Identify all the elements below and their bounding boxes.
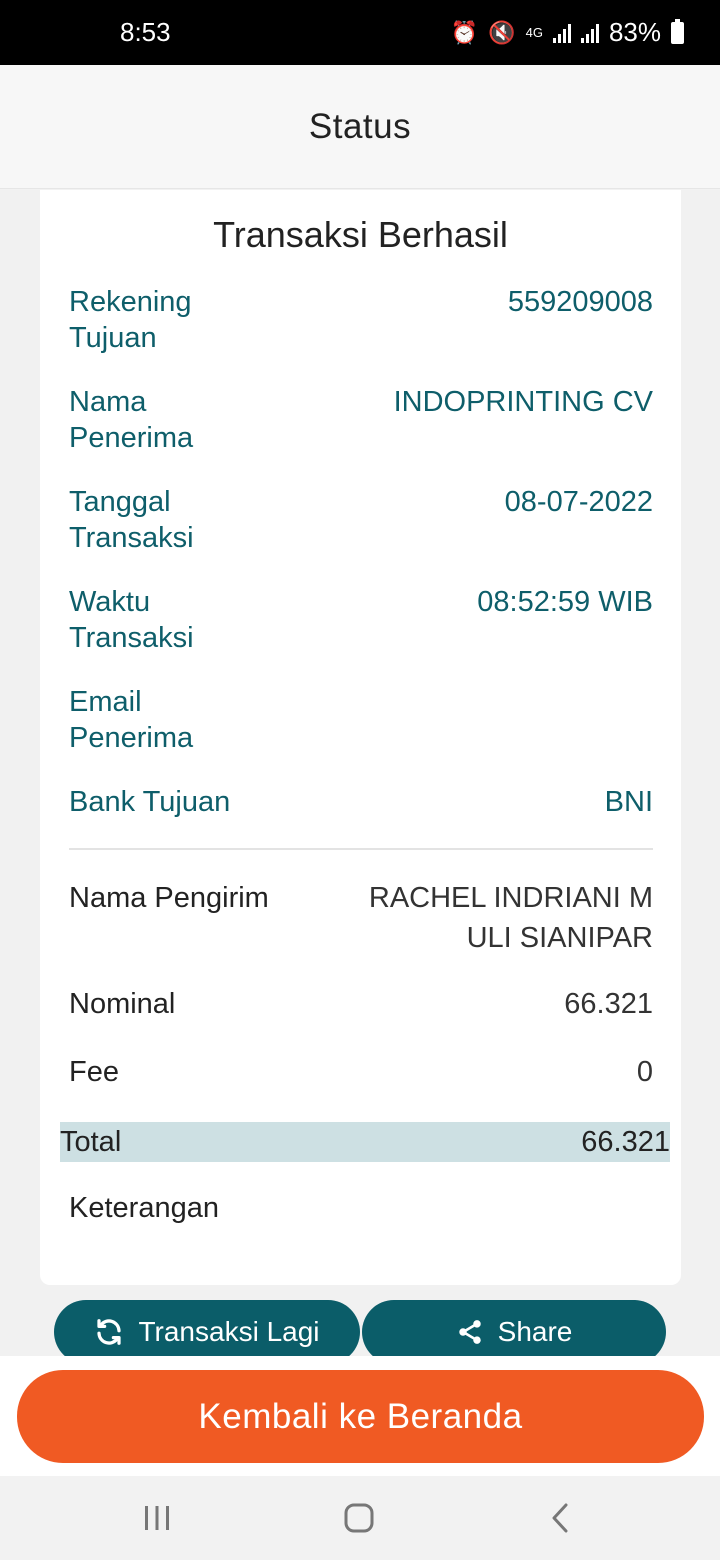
row-rekening-tujuan: Rekening Tujuan 559209008 xyxy=(69,284,653,356)
row-label: Nominal xyxy=(69,988,176,1020)
transaksi-lagi-button[interactable]: Transaksi Lagi xyxy=(54,1300,360,1356)
row-fee: Fee 0 xyxy=(69,1054,653,1090)
share-label: Share xyxy=(497,1316,573,1347)
divider xyxy=(69,848,653,850)
battery-percentage: 83% xyxy=(608,17,661,47)
row-value: 0 xyxy=(636,1056,653,1088)
row-nominal: Nominal 66.321 xyxy=(69,986,653,1022)
transaction-card: Transaksi Berhasil Rekening Tujuan 55920… xyxy=(40,190,681,1285)
page-title: Status xyxy=(308,106,412,146)
row-label: Total xyxy=(60,1125,122,1158)
row-value: 08:52:59 WIB xyxy=(477,586,653,618)
refresh-icon xyxy=(94,1317,124,1347)
kembali-ke-beranda-button[interactable]: Kembali ke Beranda xyxy=(17,1370,704,1463)
row-label: Waktu Transaksi xyxy=(69,586,194,654)
home-icon[interactable] xyxy=(339,1500,379,1536)
status-bar: 8:53 ⏰ 🔇 4G 83% xyxy=(0,0,720,65)
row-waktu-transaksi: Waktu Transaksi 08:52:59 WIB xyxy=(69,584,653,656)
status-icons: ⏰ 🔇 4G 83% xyxy=(451,17,684,48)
row-tanggal-transaksi: Tanggal Transaksi 08-07-2022 xyxy=(69,484,653,556)
row-label: Rekening Tujuan xyxy=(69,286,192,354)
row-label: Tanggal Transaksi xyxy=(69,486,194,554)
row-total: Total 66.321 xyxy=(60,1122,670,1162)
share-button[interactable]: Share xyxy=(362,1300,666,1356)
signal-icon xyxy=(552,23,571,43)
recent-apps-icon[interactable] xyxy=(137,1500,177,1536)
row-value: 08-07-2022 xyxy=(504,486,653,518)
row-label: Nama Pengirim xyxy=(69,882,269,914)
row-label: Bank Tujuan xyxy=(69,786,231,818)
row-label: Email Penerima xyxy=(69,686,194,754)
row-nama-pengirim: Nama Pengirim RACHEL INDRIANI M ULI SIAN… xyxy=(69,878,653,958)
row-nama-penerima: Nama Penerima INDOPRINTING CV xyxy=(69,384,653,456)
row-label: Keterangan xyxy=(69,1192,219,1224)
mute-icon: 🔇 xyxy=(488,19,516,45)
alarm-icon: ⏰ xyxy=(450,19,479,45)
row-bank-tujuan: Bank Tujuan BNI xyxy=(69,784,653,820)
page-header: Status xyxy=(0,65,720,189)
row-value: BNI xyxy=(604,786,653,818)
transaction-status-title: Transaksi Berhasil xyxy=(213,214,508,255)
status-time: 8:53 xyxy=(120,17,171,47)
row-value: 66.321 xyxy=(564,988,653,1020)
row-label: Fee xyxy=(69,1056,119,1088)
row-keterangan: Keterangan xyxy=(69,1190,653,1226)
system-nav-bar xyxy=(0,1476,720,1560)
network-type-icon: 4G xyxy=(525,24,543,40)
bottom-action-area: Kembali ke Beranda xyxy=(0,1356,720,1476)
row-value: RACHEL INDRIANI M ULI SIANIPAR xyxy=(368,882,653,954)
scroll-content[interactable]: Transaksi Berhasil Rekening Tujuan 55920… xyxy=(0,190,720,1356)
back-icon[interactable] xyxy=(540,1500,580,1536)
row-email-penerima: Email Penerima xyxy=(69,684,653,756)
row-label: Nama Penerima xyxy=(69,386,194,454)
share-icon xyxy=(456,1318,484,1346)
row-value: INDOPRINTING CV xyxy=(393,386,653,418)
row-value: 66.321 xyxy=(581,1125,670,1158)
signal-icon-2 xyxy=(580,23,599,43)
transaksi-lagi-label: Transaksi Lagi xyxy=(138,1316,320,1347)
battery-icon xyxy=(671,18,684,44)
row-value: 559209008 xyxy=(507,286,653,318)
